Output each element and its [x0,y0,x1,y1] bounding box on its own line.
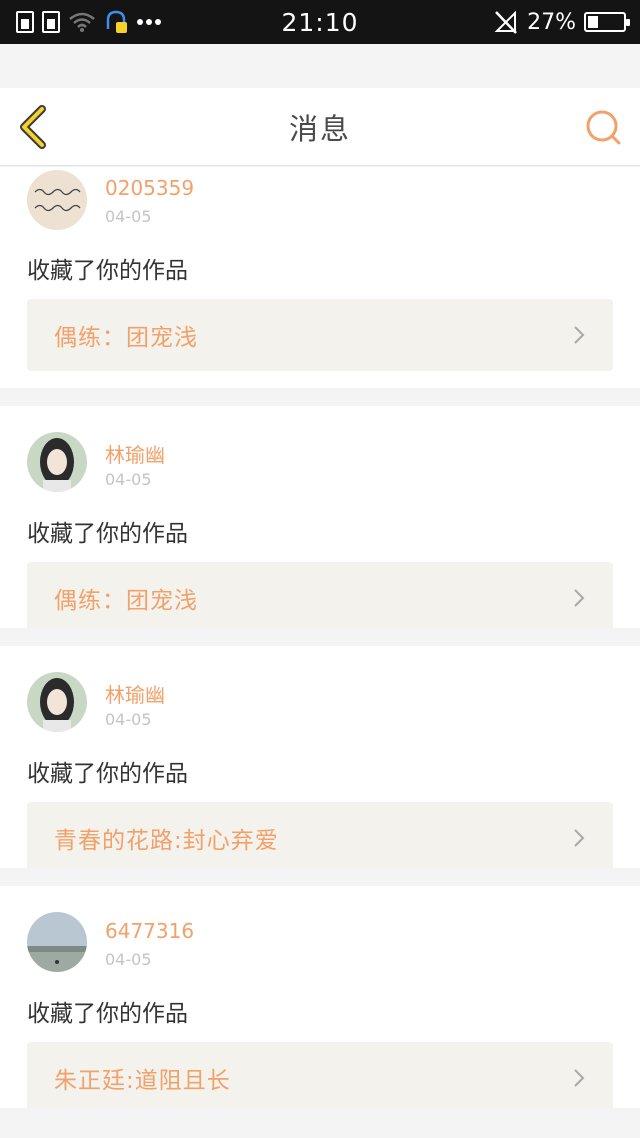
avatar[interactable] [27,170,87,230]
work-title: 偶练：团宠浅 [54,325,198,351]
work-link[interactable]: 青春的花路:封心弃爱 [27,802,613,868]
status-bar: 27% [0,0,640,44]
chevron-right-icon [574,1069,585,1087]
message-card: 林瑜幽 04-05 收藏了你的作品 青春的花路:封心弃爱 [0,646,640,868]
chevron-right-icon [574,829,585,847]
work-link[interactable]: 朱正廷:道阻且长 [27,1042,613,1108]
message-date: 04-05 [105,470,152,489]
message-text: 收藏了你的作品 [27,258,188,284]
avatar[interactable] [27,672,87,732]
no-signal-icon [494,10,517,34]
battery-icon [584,12,630,32]
message-date: 04-05 [105,950,152,969]
message-card: 林瑜幽 04-05 收藏了你的作品 偶练：团宠浅 [0,406,640,628]
message-date: 04-05 [105,710,152,729]
page-title: 消息 [288,112,351,146]
work-link[interactable]: 偶练：团宠浅 [27,562,613,628]
sim1-icon [16,11,34,33]
user-name[interactable]: 6477316 [105,919,194,943]
divider [0,868,640,886]
divider [0,388,640,406]
user-name[interactable]: 林瑜幽 [105,679,165,708]
message-card: 0205359 04-05 收藏了你的作品 偶练：团宠浅 [0,167,640,388]
message-list: 0205359 04-05 收藏了你的作品 偶练：团宠浅 林瑜幽 04-05 收… [0,167,640,1108]
header: 消息 [0,88,640,166]
sim2-icon [42,11,60,33]
battery-percent: 27% [527,9,576,35]
status-left [16,9,162,35]
message-text: 收藏了你的作品 [27,761,188,787]
work-title: 朱正廷:道阻且长 [54,1068,231,1094]
user-name[interactable]: 林瑜幽 [105,439,165,468]
chevron-right-icon [574,326,585,344]
search-icon[interactable] [584,108,624,148]
message-text: 收藏了你的作品 [27,521,188,547]
message-date: 04-05 [105,207,152,226]
status-right: 27% [493,9,630,35]
avatar[interactable] [27,432,87,492]
work-title: 偶练：团宠浅 [54,588,198,614]
work-title: 青春的花路:封心弃爱 [54,828,279,854]
wifi-icon [69,12,95,32]
notification-icon [106,10,127,33]
avatar[interactable] [27,912,87,972]
divider [0,628,640,646]
more-dots-icon [137,19,161,25]
work-link[interactable]: 偶练：团宠浅 [27,299,613,371]
message-text: 收藏了你的作品 [27,1001,188,1027]
user-name[interactable]: 0205359 [105,176,194,200]
message-card: 6477316 04-05 收藏了你的作品 朱正廷:道阻且长 [0,886,640,1108]
chevron-right-icon [574,589,585,607]
